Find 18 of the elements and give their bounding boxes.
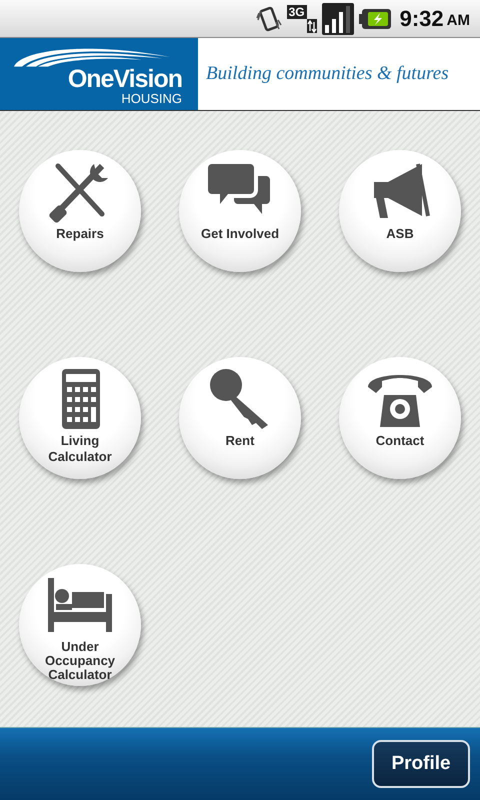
network-type-label: 3G — [286, 4, 307, 18]
menu-tile[interactable]: ASB — [339, 150, 461, 272]
battery-charging-icon — [358, 8, 391, 30]
clock-time: 9:32 — [400, 6, 444, 32]
menu-tile[interactable]: Repairs — [19, 150, 141, 272]
vibrate-icon — [256, 4, 282, 32]
profile-button[interactable]: Profile — [372, 740, 470, 788]
menu-tile[interactable]: Contact — [339, 357, 461, 479]
menu-tile[interactable]: Rent — [179, 357, 301, 479]
clock-period: AM — [446, 12, 470, 29]
menu-tile[interactable]: Living Calculator — [19, 357, 141, 479]
menu-tile[interactable]: Under Occupancy Calculator — [19, 564, 141, 686]
brand-subtitle: HOUSING — [121, 92, 182, 106]
menu-tile[interactable]: Get Involved — [179, 150, 301, 272]
tagline: Building communities & futures — [206, 63, 449, 85]
brand-name: OneVision — [68, 66, 182, 92]
data-arrows-icon — [306, 18, 317, 32]
signal-icon — [322, 2, 354, 34]
